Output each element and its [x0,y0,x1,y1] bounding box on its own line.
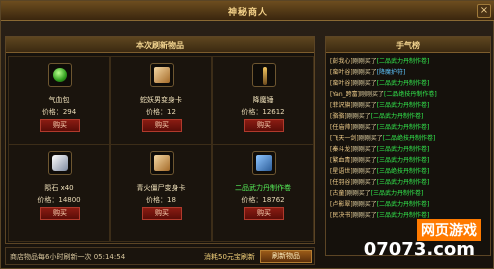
close-icon[interactable]: × [477,4,491,18]
log-row: [星语世]刚刚买了[三品绝技丹制作卷] [330,168,430,175]
item-price: 价格：294 [41,108,77,116]
item-price: 价格：18762 [241,196,285,204]
log-row: [Yan_跨富]刚刚买了[二品绝技丹制作卷] [330,91,437,98]
log-row: [任庙帅]刚刚买了[三品武力丹制作卷] [330,124,430,131]
shop-slot-1: 气血包 价格：294 购买 [8,56,110,154]
log-row: [菲沢旗]刚刚买了[三品武力丹制作卷] [330,102,430,109]
item-price: 价格：18 [146,196,176,204]
transform-card-icon [150,151,174,175]
shop-slot-5: 青火僵尸变身卡 价格：18 购买 [110,144,212,242]
item-name: 蛇妖男变身卡 [140,96,182,104]
potion-icon [48,63,72,87]
buy-button[interactable]: 购买 [142,207,182,220]
buy-button[interactable]: 购买 [40,119,80,132]
shop-slot-2: 蛇妖男变身卡 价格：12 购买 [110,56,212,154]
log-row: [古童]刚刚买了[三品武力丹制作卷] [330,190,424,197]
site-watermark: 网页游戏 07073.com [364,219,481,263]
meteorite-icon [48,151,72,175]
item-price: 价格：12612 [241,108,285,116]
shop-slot-4: 陨石 x40 价格：14800 购买 [8,144,110,242]
luck-panel-title: 手气榜 [396,41,420,50]
item-name: 气血包 [48,96,70,104]
recipe-icon [252,151,276,175]
watermark-text-1: 网页游戏 [417,219,481,241]
refresh-timer: 商店物品每6小时刷新一次 05:14:54 [10,253,126,261]
refresh-button[interactable]: 刷新物品 [260,250,312,263]
item-name: 降魔锤 [252,96,274,104]
buy-button[interactable]: 购买 [244,119,284,132]
titlebar: 神秘商人 × [1,1,494,21]
watermark-text-2: 07073.com [363,239,475,260]
log-row: [秦斗龙]刚刚买了[三品武力丹制作卷] [330,146,430,153]
item-name: 陨石 x40 [44,184,74,192]
shop-slot-3: 降魔锤 价格：12612 购买 [212,56,314,154]
log-row: [繁血青]刚刚买了[三品武力丹制作卷] [330,157,430,164]
item-name: 二品武力丹制作卷 [235,184,291,192]
shop-panel-header: 本次刷新物品 [6,37,314,53]
mysterious-merchant-window: 神秘商人 × 本次刷新物品 气血包 价格：294 购买 蛇妖男变身卡 价格：12… [0,0,494,269]
log-row: [飞天一剑]刚刚买了[二品绝技丹制作卷] [330,135,436,142]
shop-footer: 商店物品每6小时刷新一次 05:14:54 消耗50元宝刷新 刷新物品 [5,247,315,265]
window-title: 神秘商人 [227,8,268,18]
log-row: [卢影翠]刚刚买了[二品武力丹制作卷] [330,201,430,208]
shop-panel: 本次刷新物品 气血包 价格：294 购买 蛇妖男变身卡 价格：12 购买 降魔锤… [5,36,315,244]
buy-button[interactable]: 购买 [40,207,80,220]
log-row: [任羽谷]刚刚买了[三品武力丹制作卷] [330,179,430,186]
shop-slot-6: 二品武力丹制作卷 价格：18762 购买 [212,144,314,242]
refresh-cost: 消耗50元宝刷新 [204,253,255,261]
log-row: [蛮叶谷]刚刚买了[二品武力丹制作卷] [330,80,430,87]
item-price: 价格：12 [146,108,176,116]
buy-button[interactable]: 购买 [244,207,284,220]
buy-button[interactable]: 购买 [142,119,182,132]
item-name: 青火僵尸变身卡 [136,184,186,192]
log-row: [彭我心]刚刚买了[二品武力丹制作卷] [330,58,430,65]
weapon-icon [252,63,276,87]
luck-panel-header: 手气榜 [326,37,490,53]
log-row: [骆骆]刚刚买了[二品武力丹制作卷] [330,113,424,120]
transform-card-icon [150,63,174,87]
shop-panel-title: 本次刷新物品 [136,41,184,50]
item-price: 价格：14800 [37,196,81,204]
log-row: [蛮叶谷]刚刚买了[降魔护符] [330,69,406,76]
